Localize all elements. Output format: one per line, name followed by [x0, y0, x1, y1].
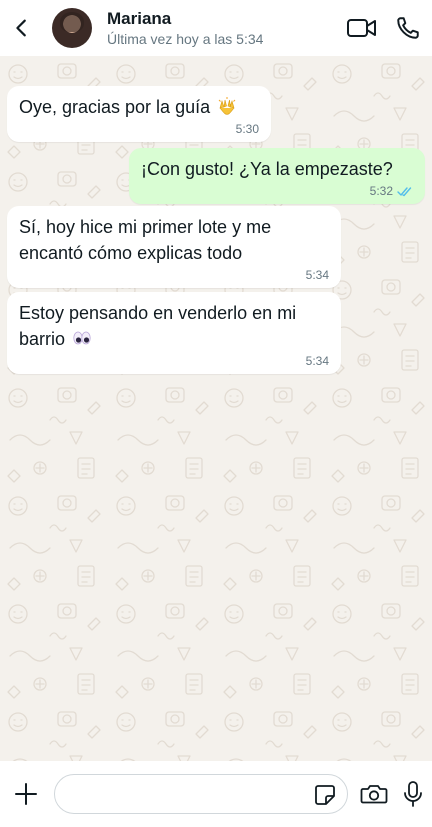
message-text: ¡Con gusto! ¿Ya la empezaste? [141, 159, 393, 179]
message-time: 5:34 [305, 268, 329, 282]
voice-call-button[interactable] [388, 8, 428, 48]
contact-status: Última vez hoy a las 5:34 [107, 30, 264, 47]
video-call-button[interactable] [342, 8, 382, 48]
attach-button[interactable] [6, 774, 46, 814]
message-bubble-outgoing[interactable]: ¡Con gusto! ¿Ya la empezaste? 5:32 [129, 148, 425, 204]
chat-header: Mariana Última vez hoy a las 5:34 [0, 0, 432, 56]
plus-icon [15, 783, 37, 805]
back-button[interactable] [2, 0, 42, 56]
message-bubble-incoming[interactable]: Estoy pensando en venderlo en mi barrio … [7, 292, 341, 374]
voice-message-button[interactable] [396, 774, 430, 814]
camera-button[interactable] [354, 774, 394, 814]
message-bubble-incoming[interactable]: Sí, hoy hice mi primer lote y me encantó… [7, 206, 341, 288]
microphone-icon [404, 781, 422, 807]
message-time: 5:30 [235, 122, 259, 136]
message-text: Oye, gracias por la guía [19, 94, 259, 120]
eyes-emoji-icon [73, 331, 91, 345]
contact-name: Mariana [107, 8, 172, 28]
chat-area[interactable]: Oye, gracias por la guía 5:30 ¡Con gusto… [0, 56, 432, 761]
message-composer [0, 761, 432, 827]
read-ticks-icon [397, 186, 413, 197]
avatar[interactable] [52, 8, 92, 48]
message-time: 5:34 [305, 354, 329, 368]
raised-hands-emoji-icon [218, 97, 236, 115]
contact-info[interactable]: Mariana Última vez hoy a las 5:34 [107, 9, 263, 48]
phone-icon [397, 17, 419, 39]
message-text: Estoy pensando en venderlo en mi barrio [19, 303, 297, 349]
message-input[interactable] [54, 774, 348, 814]
camera-icon [360, 785, 388, 804]
message-bubble-incoming[interactable]: Oye, gracias por la guía 5:30 [7, 86, 271, 142]
chevron-left-icon [16, 19, 26, 37]
video-camera-icon [347, 19, 376, 37]
message-text: Sí, hoy hice mi primer lote y me encantó… [19, 217, 272, 263]
sticker-icon[interactable] [313, 783, 337, 807]
message-time: 5:32 [369, 184, 393, 198]
